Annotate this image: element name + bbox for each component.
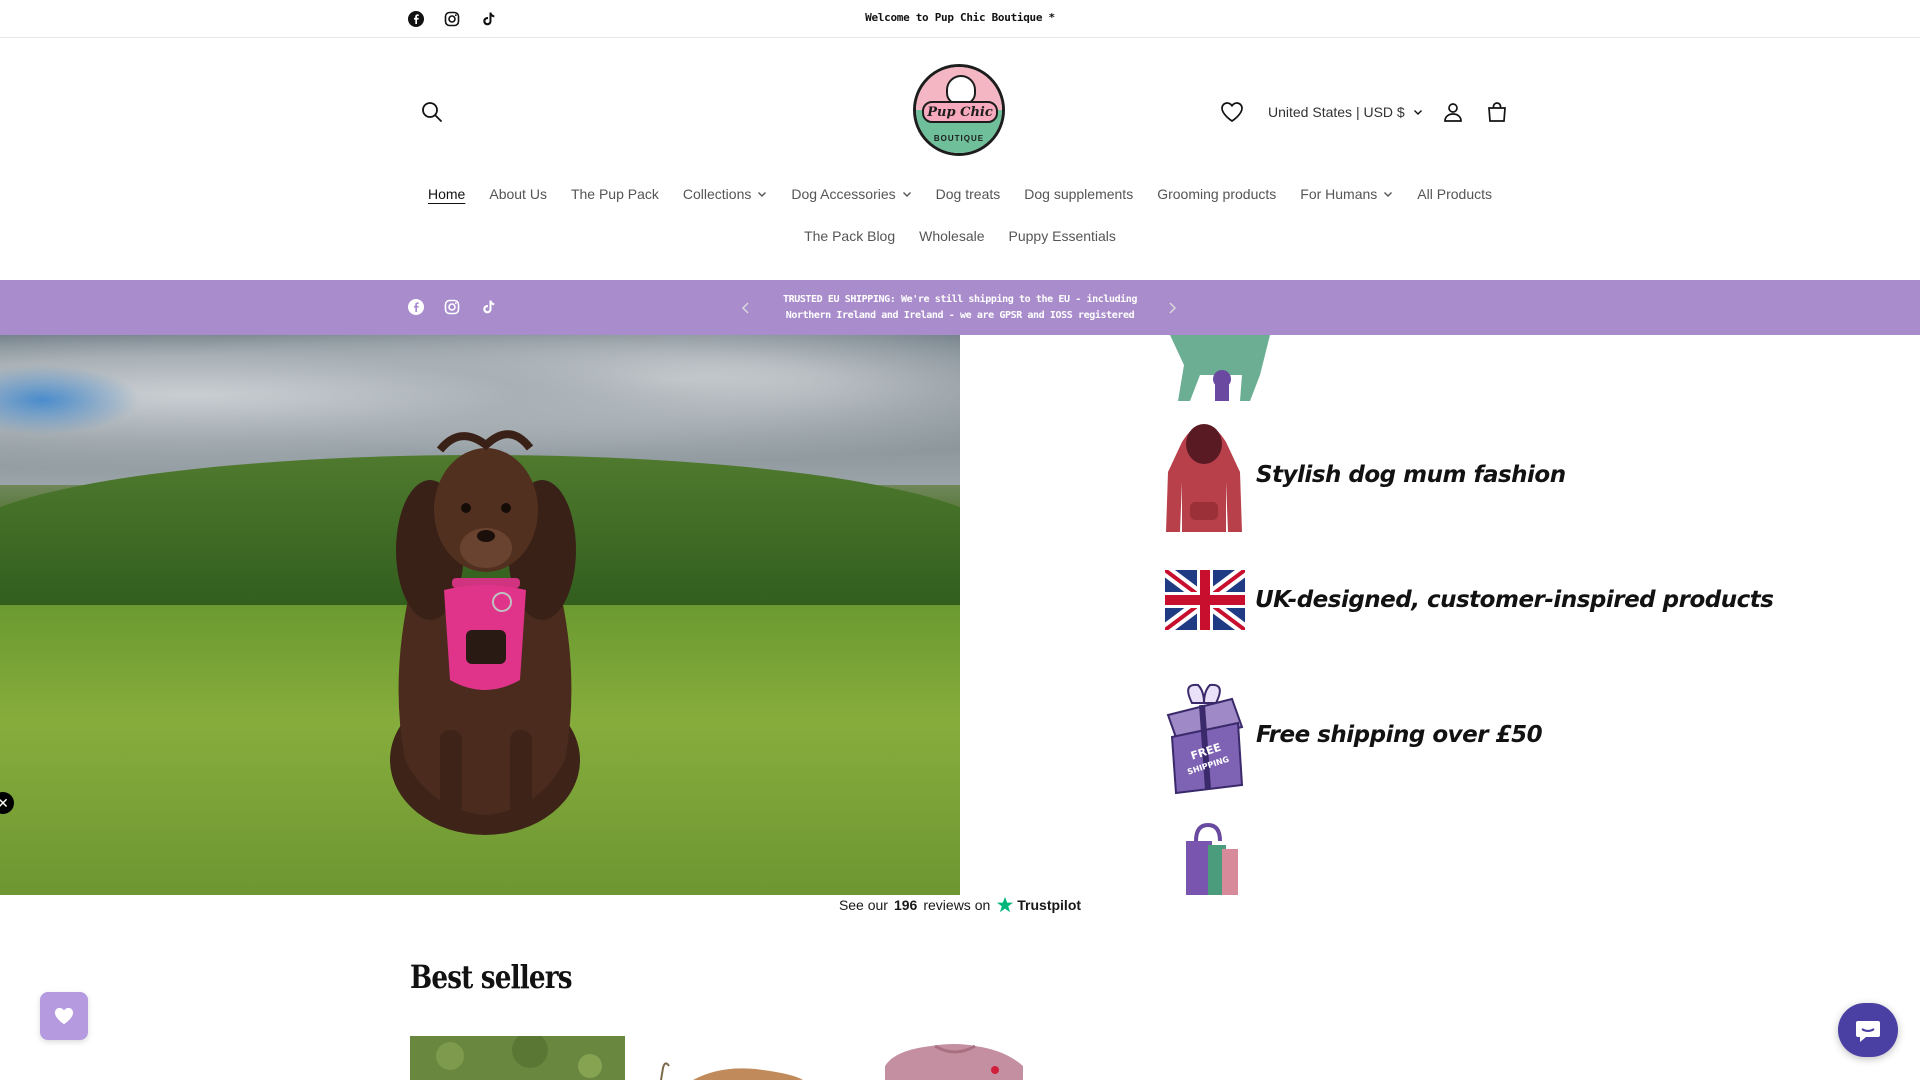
shipping-announcement-bar: TRUSTED EU SHIPPING: We're still shippin… bbox=[0, 280, 1920, 335]
nav-the-pack-blog[interactable]: The Pack Blog bbox=[792, 228, 907, 244]
chat-button[interactable] bbox=[1838, 1003, 1898, 1057]
welcome-message: Welcome to Pup Chic Boutique * bbox=[865, 11, 1055, 24]
country-currency-selector[interactable]: United States | USD $ bbox=[1268, 104, 1423, 120]
country-currency-label: United States | USD $ bbox=[1268, 104, 1405, 120]
cart-button[interactable] bbox=[1481, 96, 1513, 128]
chevron-left-icon bbox=[742, 302, 749, 314]
product-card[interactable] bbox=[410, 1036, 625, 1080]
chat-icon bbox=[1856, 1021, 1880, 1042]
announcement-bar: Welcome to Pup Chic Boutique * bbox=[0, 0, 1920, 38]
feature-free-shipping: FREE SHIPPING Free shipping over £50 bbox=[1162, 675, 1543, 795]
trustpilot-suffix: reviews on bbox=[923, 897, 991, 913]
nav-home[interactable]: Home bbox=[416, 186, 477, 202]
tiktok-icon[interactable] bbox=[477, 296, 499, 318]
trustpilot-widget[interactable]: See our 196 reviews on Trustpilot bbox=[0, 896, 1920, 914]
account-button[interactable] bbox=[1437, 96, 1469, 128]
dog-silhouette-icon bbox=[1170, 335, 1270, 401]
nav-dog-accessories-label: Dog Accessories bbox=[791, 186, 896, 202]
nav-puppy-essentials[interactable]: Puppy Essentials bbox=[997, 228, 1128, 244]
announcement-prev-button[interactable] bbox=[736, 298, 756, 318]
nav-for-humans[interactable]: For Humans bbox=[1288, 186, 1405, 202]
nav-for-humans-label: For Humans bbox=[1300, 186, 1378, 202]
nav-about-us[interactable]: About Us bbox=[477, 186, 559, 202]
nav-wholesale[interactable]: Wholesale bbox=[907, 228, 996, 244]
features-panel: Stylish dog mum fashion UK-designed, cus… bbox=[960, 335, 1920, 895]
product-image bbox=[660, 1062, 803, 1080]
facebook-icon[interactable] bbox=[405, 296, 427, 318]
heart-icon bbox=[54, 1007, 74, 1025]
site-header: Pup Chic BOUTIQUE United States | USD $ … bbox=[0, 38, 1920, 280]
feature-text-fashion: Stylish dog mum fashion bbox=[1256, 462, 1566, 488]
feature-uk-designed: UK-designed, customer-inspired products bbox=[1165, 570, 1774, 630]
feature-fashion: Stylish dog mum fashion bbox=[1162, 412, 1566, 538]
best-sellers-heading: Best sellers bbox=[410, 958, 573, 996]
nav-grooming-products[interactable]: Grooming products bbox=[1145, 186, 1288, 202]
hero-dog-image: ✕ bbox=[0, 335, 960, 895]
gift-box-icon: FREE SHIPPING bbox=[1166, 683, 1244, 795]
star-icon bbox=[997, 896, 1014, 913]
search-icon bbox=[422, 102, 442, 122]
chevron-right-icon bbox=[1169, 302, 1176, 314]
trustpilot-prefix: See our bbox=[838, 897, 888, 913]
header-actions: United States | USD $ bbox=[1216, 96, 1513, 128]
shipping-announcement-text: TRUSTED EU SHIPPING: We're still shippin… bbox=[782, 294, 1138, 321]
nav-collections-label: Collections bbox=[682, 186, 752, 202]
social-links bbox=[405, 296, 499, 318]
search-button[interactable] bbox=[418, 98, 446, 126]
nav-all-products[interactable]: All Products bbox=[1405, 186, 1504, 202]
nav-collections[interactable]: Collections bbox=[671, 186, 779, 202]
trustpilot-logo[interactable]: Trustpilot bbox=[996, 896, 1081, 914]
product-card[interactable] bbox=[875, 1036, 1090, 1080]
secondary-nav: The Pack Blog Wholesale Puppy Essentials bbox=[0, 228, 1920, 244]
nav-dog-treats[interactable]: Dog treats bbox=[924, 186, 1013, 202]
chevron-down-icon bbox=[902, 192, 911, 197]
hoodie-icon bbox=[1166, 424, 1242, 532]
nav-dog-supplements[interactable]: Dog supplements bbox=[1012, 186, 1145, 202]
cart-icon bbox=[1487, 102, 1506, 122]
uk-flag-icon bbox=[1165, 570, 1245, 630]
chevron-down-icon bbox=[1413, 110, 1422, 115]
trustpilot-review-count: 196 bbox=[893, 897, 918, 913]
spaniel-dog-image bbox=[390, 430, 580, 835]
announcement-next-button[interactable] bbox=[1162, 298, 1182, 318]
feature-text-uk: UK-designed, customer-inspired products bbox=[1255, 587, 1774, 613]
shopping-bags-icon bbox=[1186, 823, 1238, 895]
nav-dog-accessories[interactable]: Dog Accessories bbox=[779, 186, 923, 202]
trustpilot-brand: Trustpilot bbox=[1017, 897, 1082, 913]
wishlist-button[interactable] bbox=[1216, 96, 1248, 128]
logo-title: Pup Chic bbox=[922, 101, 998, 123]
floating-wishlist-button[interactable] bbox=[40, 992, 88, 1040]
product-image bbox=[885, 1044, 1023, 1080]
account-icon bbox=[1443, 103, 1462, 122]
heart-icon bbox=[1221, 102, 1243, 123]
instagram-icon[interactable] bbox=[441, 296, 463, 318]
logo-subtitle: BOUTIQUE bbox=[933, 134, 985, 143]
product-image bbox=[410, 1036, 625, 1080]
product-card[interactable] bbox=[643, 1036, 858, 1080]
site-logo[interactable]: Pup Chic BOUTIQUE bbox=[913, 64, 1005, 156]
nav-the-pup-pack[interactable]: The Pup Pack bbox=[559, 186, 671, 202]
chevron-down-icon bbox=[758, 192, 767, 197]
feature-text-shipping: Free shipping over £50 bbox=[1256, 722, 1543, 748]
chevron-down-icon bbox=[1384, 192, 1393, 197]
main-nav: Home About Us The Pup Pack Collections D… bbox=[0, 186, 1920, 202]
